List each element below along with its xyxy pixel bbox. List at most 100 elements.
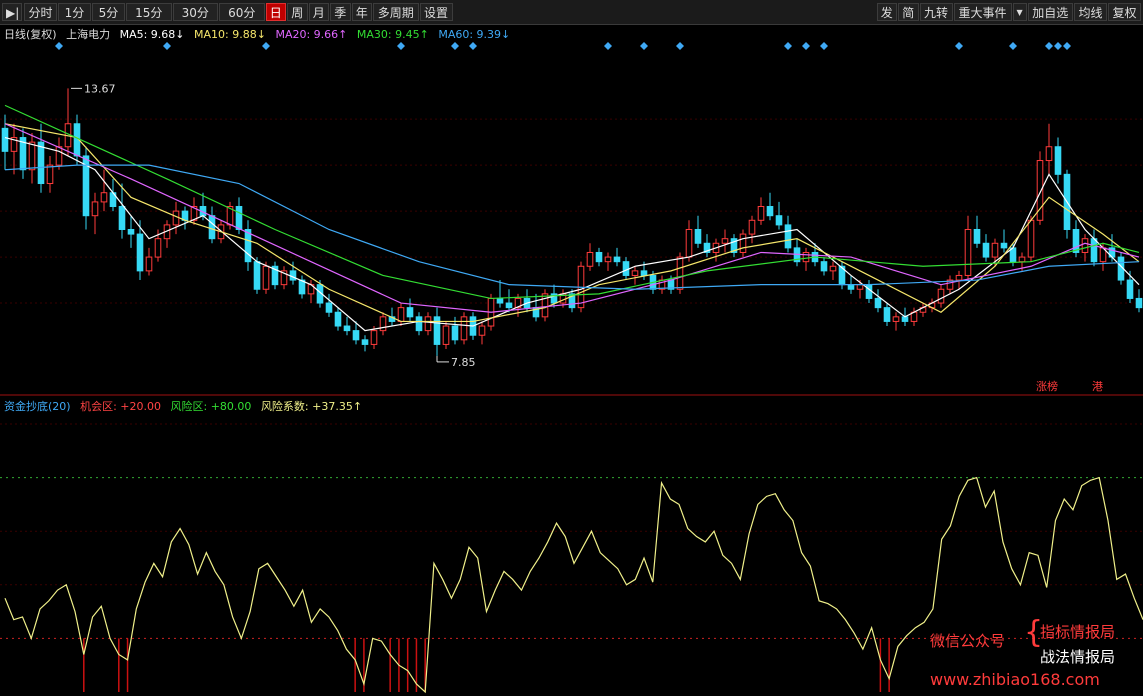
candle-66[interactable]	[595, 251, 603, 263]
candle-5[interactable]	[46, 164, 54, 185]
candle-45[interactable]	[406, 307, 414, 318]
candle-77[interactable]	[694, 228, 702, 244]
period-button-9[interactable]: 季	[330, 3, 351, 21]
candle-119[interactable]	[1072, 228, 1080, 253]
candle-41[interactable]	[370, 330, 378, 345]
candle-94[interactable]	[847, 284, 855, 290]
candle-89[interactable]	[802, 251, 810, 263]
candle-108[interactable]	[973, 228, 981, 244]
candle-6[interactable]	[55, 146, 63, 166]
candle-16[interactable]	[145, 256, 153, 272]
tool-button-0[interactable]: 发	[876, 3, 897, 21]
candle-19[interactable]	[172, 210, 180, 226]
event-marker-9[interactable]	[784, 42, 792, 50]
candle-11[interactable]	[100, 192, 108, 203]
event-marker-14[interactable]	[1045, 42, 1053, 50]
candle-44[interactable]	[397, 307, 405, 322]
candle-87[interactable]	[784, 224, 792, 249]
event-marker-0[interactable]	[55, 42, 63, 50]
period-button-0[interactable]: 分时	[24, 3, 57, 21]
candle-125[interactable]	[1126, 279, 1134, 299]
candle-111[interactable]	[1000, 242, 1008, 249]
price-chart[interactable]: 13.67 7.85 涨榜 港	[0, 24, 1143, 396]
candle-28[interactable]	[253, 261, 261, 290]
candle-15[interactable]	[136, 233, 144, 272]
candle-126[interactable]	[1135, 297, 1143, 309]
candle-75[interactable]	[676, 256, 684, 290]
candle-92[interactable]	[829, 265, 837, 272]
candle-65[interactable]	[586, 251, 594, 267]
collapse-icon[interactable]: ▶|	[2, 3, 22, 21]
candle-60[interactable]	[541, 293, 549, 318]
event-marker-1[interactable]	[163, 42, 171, 50]
period-button-2[interactable]: 5分	[92, 3, 125, 21]
candle-114[interactable]	[1027, 219, 1035, 258]
tool-button-1[interactable]: 简	[898, 3, 919, 21]
candle-113[interactable]	[1018, 256, 1026, 263]
period-button-1[interactable]: 1分	[58, 3, 91, 21]
candle-83[interactable]	[748, 219, 756, 235]
candle-67[interactable]	[604, 256, 612, 263]
candle-49[interactable]	[442, 325, 450, 345]
candle-29[interactable]	[262, 265, 270, 290]
tool-button-4[interactable]: 加自选	[1027, 3, 1073, 21]
candle-106[interactable]	[955, 274, 963, 281]
candle-10[interactable]	[91, 201, 99, 217]
candle-86[interactable]	[775, 215, 783, 226]
period-button-7[interactable]: 周	[287, 3, 308, 21]
event-marker-4[interactable]	[451, 42, 459, 50]
event-marker-16[interactable]	[1063, 42, 1071, 50]
candle-46[interactable]	[415, 316, 423, 332]
candle-27[interactable]	[244, 228, 252, 263]
tool-button-3[interactable]: 重大事件	[953, 3, 1012, 21]
candle-14[interactable]	[127, 228, 135, 235]
candle-107[interactable]	[964, 228, 972, 276]
candle-42[interactable]	[379, 316, 387, 332]
period-button-10[interactable]: 年	[351, 3, 372, 21]
period-button-4[interactable]: 30分	[172, 3, 218, 21]
period-button-8[interactable]: 月	[308, 3, 329, 21]
candle-37[interactable]	[334, 311, 342, 327]
event-marker-15[interactable]	[1054, 42, 1062, 50]
event-marker-2[interactable]	[262, 42, 270, 50]
chevron-down-icon[interactable]: ▼	[1012, 3, 1027, 21]
period-button-11[interactable]: 多周期	[373, 3, 419, 21]
event-marker-12[interactable]	[955, 42, 963, 50]
candle-109[interactable]	[982, 242, 990, 258]
period-button-5[interactable]: 60分	[219, 3, 265, 21]
candle-13[interactable]	[118, 206, 126, 230]
candle-117[interactable]	[1054, 146, 1062, 175]
candle-32[interactable]	[289, 270, 297, 281]
candle-120[interactable]	[1081, 238, 1089, 253]
candle-3[interactable]	[28, 141, 36, 171]
tool-button-2[interactable]: 九转	[919, 3, 953, 21]
candle-98[interactable]	[883, 307, 891, 322]
period-button-12[interactable]: 设置	[419, 3, 453, 21]
candle-68[interactable]	[613, 256, 621, 263]
candle-116[interactable]	[1045, 146, 1053, 162]
candle-84[interactable]	[757, 206, 765, 221]
candle-26[interactable]	[235, 206, 243, 230]
candle-51[interactable]	[460, 316, 468, 341]
candle-121[interactable]	[1090, 238, 1098, 263]
candle-80[interactable]	[721, 238, 729, 244]
period-button-3[interactable]: 15分	[126, 3, 172, 21]
candle-55[interactable]	[496, 297, 504, 304]
candle-104[interactable]	[937, 288, 945, 304]
candle-38[interactable]	[343, 325, 351, 332]
event-marker-3[interactable]	[397, 42, 405, 50]
event-marker-5[interactable]	[469, 42, 477, 50]
candle-0[interactable]	[1, 127, 9, 152]
candle-99[interactable]	[892, 316, 900, 322]
candle-82[interactable]	[739, 233, 747, 253]
candle-76[interactable]	[685, 228, 693, 258]
candle-71[interactable]	[640, 270, 648, 276]
indicator-chart[interactable]	[0, 396, 1143, 696]
candle-40[interactable]	[361, 339, 369, 345]
event-marker-13[interactable]	[1009, 42, 1017, 50]
tool-button-5[interactable]: 均线	[1074, 3, 1107, 21]
candle-53[interactable]	[478, 325, 486, 336]
candle-95[interactable]	[856, 284, 864, 290]
candle-110[interactable]	[991, 242, 999, 258]
event-marker-6[interactable]	[604, 42, 612, 50]
